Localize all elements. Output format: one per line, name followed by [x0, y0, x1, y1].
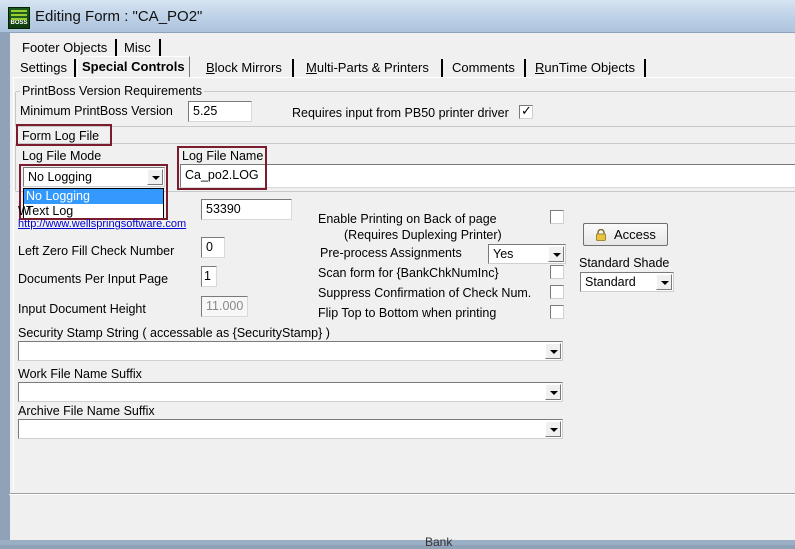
window-title: Editing Form : "CA_PO2" — [35, 8, 203, 25]
highlight-box-log-mode — [19, 164, 168, 220]
tab-block-mirrors[interactable]: Block Mirrors — [202, 58, 286, 78]
security-stamp-select[interactable] — [18, 341, 563, 361]
tab-separator — [292, 59, 294, 77]
suppress-confirmation-checkbox[interactable] — [550, 285, 564, 299]
back-print-sublabel: (Requires Duplexing Printer) — [344, 228, 502, 242]
tab-separator — [74, 59, 76, 77]
zero-fill-input[interactable]: 0 — [201, 237, 225, 258]
min-version-input[interactable]: 5.25 — [188, 101, 252, 122]
tab-separator — [159, 39, 161, 57]
requires-pb50-label: Requires input from PB50 printer driver — [292, 106, 509, 120]
highlight-box-log-name — [177, 146, 267, 190]
dropdown-button[interactable] — [545, 421, 561, 437]
dropdown-button[interactable] — [548, 246, 564, 262]
tab-misc[interactable]: Misc — [120, 38, 155, 58]
tab-comments[interactable]: Comments — [448, 58, 519, 78]
back-print-checkbox[interactable] — [550, 210, 564, 224]
docs-per-page-label: Documents Per Input Page — [18, 272, 169, 286]
archive-suffix-select[interactable] — [18, 419, 563, 439]
input-height-input[interactable]: 11.000 — [201, 296, 248, 317]
dropdown-button[interactable] — [545, 343, 561, 359]
requires-pb50-checkbox[interactable]: ✓ — [519, 103, 533, 119]
input-height-label: Input Document Height — [18, 302, 146, 316]
dropdown-button[interactable] — [656, 274, 672, 290]
preprocess-label: Pre-process Assignments — [320, 246, 462, 260]
tab-runtime-objects[interactable]: RunTime Objects — [531, 58, 639, 78]
highlight-box-form-log — [16, 124, 112, 146]
title-bar[interactable]: BOSS Editing Form : "CA_PO2" — [0, 0, 795, 33]
lock-icon — [596, 229, 606, 241]
standard-shade-select[interactable]: Standard — [580, 272, 674, 292]
flip-top-bottom-checkbox[interactable] — [550, 305, 564, 319]
work-suffix-label: Work File Name Suffix — [18, 367, 142, 381]
tab-multi-parts-printers[interactable]: Multi-Parts & Printers — [302, 58, 433, 78]
tab-special-controls[interactable]: Special Controls — [77, 56, 190, 78]
status-divider-highlight — [9, 494, 795, 495]
tab-settings[interactable]: Settings — [16, 58, 71, 78]
preprocess-select[interactable]: Yes — [488, 244, 566, 264]
chevron-down-icon — [550, 391, 558, 395]
standard-shade-label: Standard Shade — [579, 256, 670, 270]
chevron-down-icon — [550, 428, 558, 432]
window-bottom-frame — [0, 540, 795, 545]
suppress-confirmation-label: Suppress Confirmation of Check Num. — [318, 286, 532, 300]
version-requirements-legend: PrintBoss Version Requirements — [20, 84, 204, 98]
website-link[interactable]: http://www.wellspringsoftware.com — [18, 218, 186, 230]
archive-suffix-label: Archive File Name Suffix — [18, 404, 155, 418]
log-file-name-input[interactable]: Ca_po2.LOG — [180, 164, 795, 188]
chevron-down-icon — [553, 253, 561, 257]
tab-separator — [644, 59, 646, 77]
back-print-label: Enable Printing on Back of page — [318, 212, 497, 226]
docs-per-page-input[interactable]: 1 — [201, 266, 217, 287]
scan-form-checkbox[interactable] — [550, 265, 564, 279]
numeric-field-input[interactable]: 53390 — [201, 199, 292, 220]
dropdown-button[interactable] — [545, 384, 561, 400]
tab-separator — [441, 59, 443, 77]
flip-top-bottom-label: Flip Top to Bottom when printing — [318, 306, 497, 320]
access-button[interactable]: Access — [583, 223, 668, 246]
scan-form-label: Scan form for {BankChkNumInc} — [318, 266, 499, 280]
work-suffix-select[interactable] — [18, 382, 563, 402]
log-file-mode-label: Log File Mode — [22, 149, 102, 163]
chevron-down-icon — [661, 281, 669, 285]
tab-separator — [524, 59, 526, 77]
background-window-text: Bank — [425, 535, 453, 549]
zero-fill-label: Left Zero Fill Check Number — [18, 244, 175, 258]
printboss-app-icon[interactable]: BOSS — [8, 7, 30, 29]
chevron-down-icon — [550, 350, 558, 354]
security-stamp-label: Security Stamp String ( accessable as {S… — [18, 326, 330, 340]
min-version-label: Minimum PrintBoss Version — [20, 104, 173, 118]
tab-footer-objects[interactable]: Footer Objects — [18, 38, 111, 58]
partial-hidden-label: W — [18, 204, 30, 218]
check-icon: ✓ — [521, 103, 532, 118]
tab-separator — [115, 39, 117, 57]
